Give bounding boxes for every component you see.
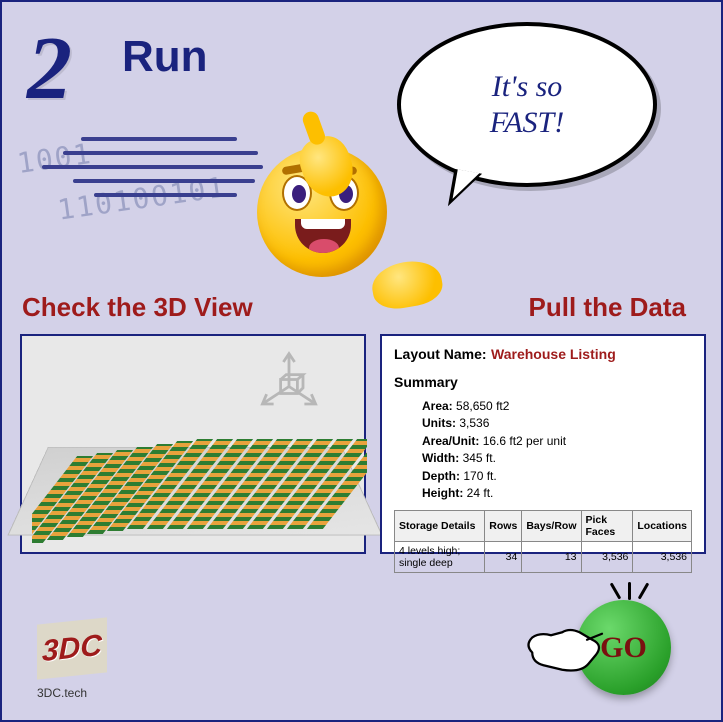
logo: 3DC 3DC.tech (37, 621, 107, 700)
storage-row: 4 levels high; single deep 34 13 3,536 3… (395, 542, 692, 573)
layout-name-value: Warehouse Listing (491, 346, 616, 362)
warehouse-racks (32, 431, 367, 551)
axis-3d-icon (254, 348, 324, 418)
storage-th-pickfaces: Pick Faces (581, 511, 633, 542)
panel-3d-view (20, 334, 366, 554)
summary-list: Area: 58,650 ft2 Units: 3,536 Area/Unit:… (422, 398, 692, 502)
logo-subtext: 3DC.tech (37, 686, 107, 700)
section-title-3dview: Check the 3D View (22, 292, 253, 323)
layout-name-label: Layout Name: (394, 346, 487, 362)
storage-th-bays: Bays/Row (522, 511, 581, 542)
cursor-hand-icon (521, 610, 611, 680)
storage-table: Storage Details Rows Bays/Row Pick Faces… (394, 510, 692, 573)
storage-th-rows: Rows (485, 511, 522, 542)
summary-heading: Summary (394, 374, 692, 390)
emoji-open-hand-icon (369, 256, 446, 312)
speech-line-2: FAST! (490, 106, 564, 139)
step-number: 2 (27, 17, 72, 120)
storage-th-locations: Locations (633, 511, 692, 542)
panel-data: Layout Name: Warehouse Listing Summary A… (380, 334, 706, 554)
step-title: Run (122, 32, 208, 82)
speech-line-1: It's so (492, 70, 563, 103)
storage-th-details: Storage Details (395, 511, 485, 542)
speech-bubble: It's so FAST! (397, 22, 657, 187)
section-title-data: Pull the Data (529, 292, 686, 323)
logo-text: 3DC (42, 628, 102, 668)
